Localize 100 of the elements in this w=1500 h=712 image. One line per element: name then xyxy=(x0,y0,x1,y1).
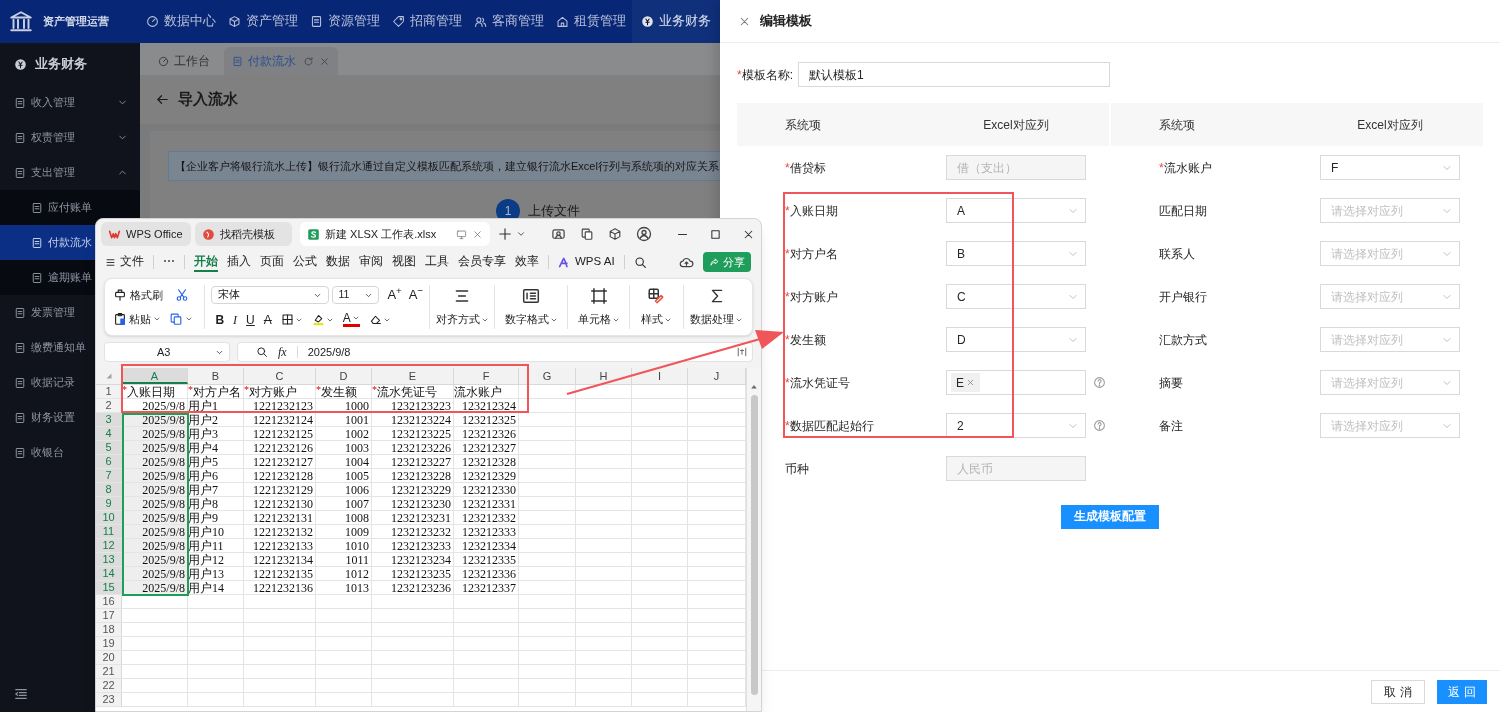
ribbon-button[interactable]: 样式 xyxy=(635,286,677,328)
input-field[interactable]: 默认模板1 xyxy=(798,62,1110,87)
column-header[interactable]: A xyxy=(122,368,188,384)
row-header[interactable]: 8 xyxy=(96,483,122,496)
menu-tab[interactable]: 页面 xyxy=(260,252,284,272)
row-header[interactable]: 7 xyxy=(96,469,122,482)
column-header[interactable]: E xyxy=(372,368,454,384)
border-button[interactable] xyxy=(280,313,303,327)
nav-tab[interactable]: 业务财务 xyxy=(632,0,720,43)
select-field[interactable]: 2 xyxy=(946,413,1086,438)
font-color-button[interactable]: A xyxy=(342,312,360,328)
menu-tab[interactable]: 插入 xyxy=(227,252,251,272)
row-header[interactable]: 9 xyxy=(96,497,122,510)
menu-tab[interactable]: 效率 xyxy=(515,252,539,272)
font-select[interactable]: 宋体 xyxy=(211,286,330,304)
nav-tab[interactable]: 招商管理 xyxy=(386,0,468,43)
ai-menu[interactable]: WPS AI xyxy=(558,253,615,271)
row-header[interactable]: 10 xyxy=(96,511,122,524)
select-field[interactable]: A xyxy=(946,198,1086,223)
nav-tab[interactable]: 数据中心 xyxy=(140,0,222,43)
screen-share-icon[interactable] xyxy=(551,226,566,242)
window-tab[interactable]: 新建 XLSX 工作表.xlsx xyxy=(300,222,490,246)
copy-icon[interactable] xyxy=(580,227,594,241)
column-header[interactable]: B xyxy=(188,368,244,384)
grow-font-button[interactable]: A$^{+}$ xyxy=(387,285,402,305)
size-select[interactable]: 11 xyxy=(332,286,380,304)
row-header[interactable]: 20 xyxy=(96,651,122,664)
monitor-icon[interactable] xyxy=(456,228,467,240)
select-field[interactable]: B xyxy=(946,241,1086,266)
select-field[interactable]: C xyxy=(946,284,1086,309)
sidebar-item[interactable]: 应付账单 xyxy=(0,190,140,225)
sidebar-item[interactable]: 收入管理 xyxy=(0,85,140,120)
row-header[interactable]: 12 xyxy=(96,539,122,552)
row-header[interactable]: 6 xyxy=(96,455,122,468)
column-header[interactable]: I xyxy=(632,368,688,384)
row-header[interactable]: 22 xyxy=(96,679,122,692)
row-header[interactable]: 21 xyxy=(96,665,122,678)
fill-color-button[interactable] xyxy=(311,313,334,327)
select-field[interactable]: D xyxy=(946,327,1086,352)
row-header[interactable]: 13 xyxy=(96,553,122,566)
column-header[interactable]: H xyxy=(576,368,632,384)
row-header[interactable]: 16 xyxy=(96,595,122,608)
scissors-icon[interactable] xyxy=(175,287,189,302)
nav-tab[interactable]: 客商管理 xyxy=(468,0,550,43)
window-tab[interactable]: WPS Office xyxy=(101,222,191,246)
nav-tab[interactable]: 租赁管理 xyxy=(550,0,632,43)
row-header[interactable]: 17 xyxy=(96,609,122,622)
row-header[interactable]: 14 xyxy=(96,567,122,580)
column-header[interactable]: G xyxy=(519,368,576,384)
menu-tab[interactable]: 视图 xyxy=(392,252,416,272)
nav-tab[interactable]: 资源管理 xyxy=(304,0,386,43)
ribbon-button[interactable]: 对齐方式 xyxy=(436,286,489,328)
name-box[interactable]: A3 xyxy=(104,342,230,362)
clear-button[interactable] xyxy=(368,313,391,327)
scroll-thumb[interactable] xyxy=(750,395,758,695)
sidebar-item[interactable]: 支出管理 xyxy=(0,155,140,190)
format-button[interactable]: U xyxy=(246,310,255,329)
back-arrow-icon[interactable] xyxy=(155,92,170,107)
column-header[interactable]: C xyxy=(244,368,316,384)
page-tab[interactable]: 工作台 xyxy=(150,47,218,75)
search-icon[interactable] xyxy=(633,255,647,269)
help-icon[interactable] xyxy=(1093,419,1106,432)
menu-tab[interactable]: 会员专享 xyxy=(458,252,506,272)
menu-tab[interactable]: 公式 xyxy=(293,252,317,272)
row-header[interactable]: 4 xyxy=(96,427,122,440)
new-tab-icon[interactable] xyxy=(498,227,512,241)
row-header[interactable]: 2 xyxy=(96,399,122,412)
row-header[interactable]: 18 xyxy=(96,623,122,636)
row-header[interactable]: 15 xyxy=(96,581,122,594)
row-header[interactable]: 3 xyxy=(96,413,122,426)
row-header[interactable]: 11 xyxy=(96,525,122,538)
shrink-font-button[interactable]: A$^{−}$ xyxy=(408,285,424,305)
scroll-up-icon[interactable] xyxy=(750,383,758,391)
sidebar-item[interactable]: 权责管理 xyxy=(0,120,140,155)
paste-button[interactable]: 粘贴 xyxy=(113,311,161,328)
format-painter-button[interactable]: 格式刷 xyxy=(113,286,163,303)
menu-tab[interactable]: 审阅 xyxy=(359,252,383,272)
collapse-menu-icon[interactable] xyxy=(14,687,28,701)
row-header[interactable]: 5 xyxy=(96,441,122,454)
more-menu[interactable]: ⋯ xyxy=(163,253,175,271)
format-button[interactable]: B xyxy=(215,310,225,329)
select-field[interactable]: F xyxy=(1320,155,1460,180)
copy-button[interactable] xyxy=(169,312,193,327)
row-header[interactable]: 1 xyxy=(96,385,122,398)
maximize-icon[interactable] xyxy=(709,227,722,241)
format-button[interactable]: I xyxy=(233,310,238,329)
row-header[interactable]: 23 xyxy=(96,693,122,706)
row-header[interactable]: 19 xyxy=(96,637,122,650)
help-icon[interactable] xyxy=(1093,376,1106,389)
menu-tab[interactable]: 开始 xyxy=(194,252,218,272)
chevron-down-icon[interactable] xyxy=(516,229,526,239)
nav-tab[interactable]: 资产管理 xyxy=(222,0,304,43)
column-header[interactable]: F xyxy=(454,368,519,384)
cancel-button[interactable]: 取 消 xyxy=(1371,679,1425,704)
avatar-icon[interactable] xyxy=(636,226,652,242)
ribbon-button[interactable]: 数据处理 xyxy=(689,286,744,328)
format-button[interactable]: A xyxy=(263,310,272,329)
menu-tab[interactable]: 数据 xyxy=(326,252,350,272)
window-tab[interactable]: 找稻壳模板 xyxy=(195,222,292,246)
cube-icon[interactable] xyxy=(608,227,622,241)
